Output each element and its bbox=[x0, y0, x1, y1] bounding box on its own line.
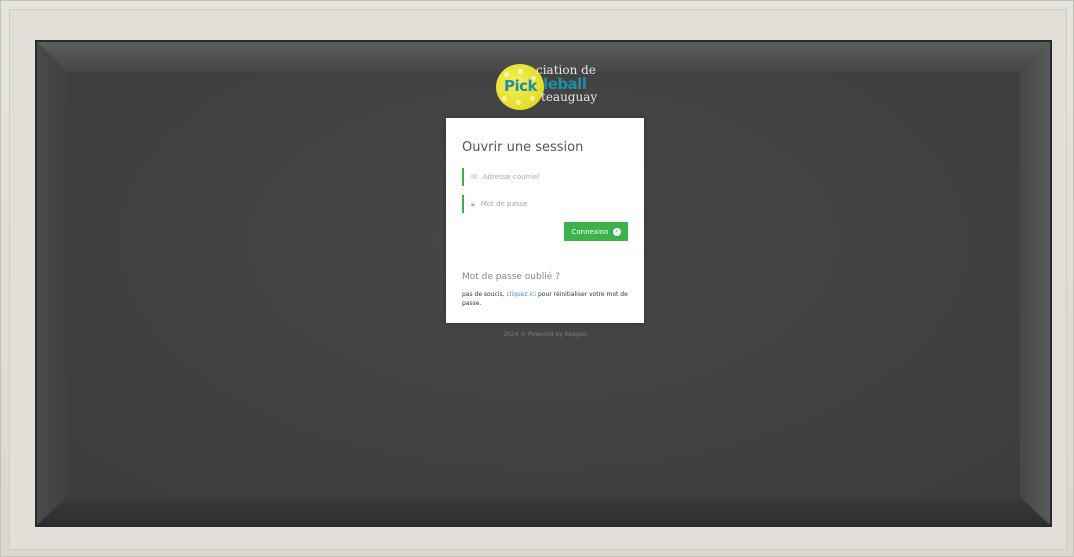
forgot-prefix: pas de soucis, bbox=[462, 291, 507, 298]
login-title: Ouvrir une session bbox=[462, 140, 584, 155]
connexion-button-label: Connexion bbox=[571, 227, 609, 236]
logo-text-bottom: teauguay bbox=[541, 90, 598, 104]
footer-text: 2024 © Powered by Keegan bbox=[502, 331, 588, 338]
bevel-left bbox=[37, 42, 67, 525]
login-card: Ouvrir une session ✉ 🔒︎ Connexion › Mot … bbox=[446, 118, 644, 323]
email-input[interactable] bbox=[482, 173, 623, 181]
reset-password-link[interactable]: cliquez ici bbox=[506, 291, 536, 298]
password-input[interactable] bbox=[480, 200, 621, 208]
password-field[interactable]: 🔒︎ bbox=[462, 195, 628, 213]
bevel-right bbox=[1020, 42, 1050, 525]
logo-text-pick: Pick bbox=[504, 77, 538, 95]
connexion-button[interactable]: Connexion › bbox=[564, 222, 628, 241]
envelope-icon: ✉ bbox=[471, 173, 477, 181]
forgot-password-title: Mot de passe oublié ? bbox=[462, 272, 560, 282]
arrow-circle-right-icon: › bbox=[612, 227, 621, 236]
forgot-password-text: pas de soucis, cliquez ici pour réinitia… bbox=[462, 290, 632, 308]
lock-icon: 🔒︎ bbox=[471, 200, 475, 208]
bevel-bottom bbox=[37, 497, 1050, 525]
club-logo: ciation de Pick leball teauguay bbox=[496, 62, 606, 112]
email-field[interactable]: ✉ bbox=[462, 168, 628, 186]
